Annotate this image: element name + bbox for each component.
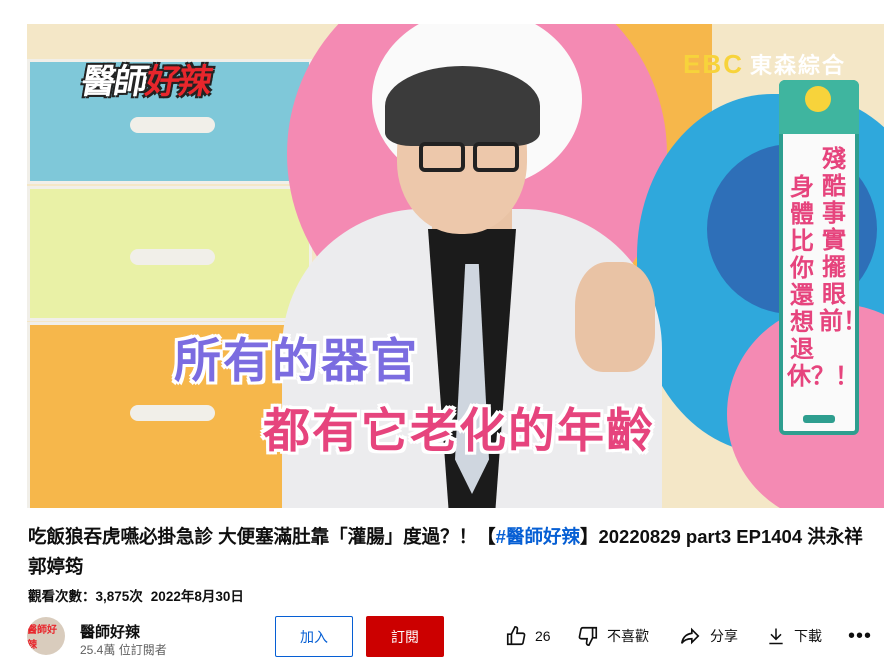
thumbs-down-icon (578, 626, 598, 646)
show-logo: 醫師好辣 (78, 62, 214, 102)
like-count: 26 (535, 628, 551, 644)
subtitle-line-1: 所有的器官 (174, 334, 419, 389)
topic-board: 殘酷事實擺眼前！ 身體比你還想退休？！ (779, 80, 867, 435)
channel-avatar[interactable]: 醫師好辣 (27, 617, 65, 655)
download-label: 下載 (794, 628, 822, 644)
lightbulb-icon (805, 86, 831, 112)
channel-name[interactable]: 醫師好辣 (80, 621, 140, 642)
network-logo: EBC 東森綜合 (683, 49, 846, 79)
download-button[interactable]: 下載 (766, 622, 822, 650)
share-button[interactable]: 分享 (678, 622, 738, 650)
presenter-hand (575, 262, 655, 372)
join-button[interactable]: 加入 (275, 616, 353, 657)
thumbs-up-icon (506, 626, 526, 646)
video-title: 吃飯狼吞虎嚥必掛急診 大便塞滿肚靠「灌腸」度過？！【#醫師好辣】20220829… (28, 526, 863, 577)
share-label: 分享 (710, 628, 738, 644)
upload-date: 2022年8月30日 (150, 589, 244, 604)
topic-board-line-1: 殘酷事實擺眼前！ (819, 145, 867, 335)
like-button[interactable]: 26 (505, 622, 551, 650)
dislike-label: 不喜歡 (607, 628, 649, 644)
video-stats: 觀看次數：3,875次 2022年8月30日 (28, 585, 252, 605)
hashtag-link[interactable]: #醫師好辣 (496, 526, 580, 547)
presenter-glasses (415, 142, 527, 174)
video-player[interactable]: 醫師好辣 EBC 東森綜合 所有的器官 都有它老化的年齡 殘酷事實擺眼前！ 身體比… (27, 24, 884, 508)
subtitle-line-2: 都有它老化的年齡 (263, 404, 655, 459)
dislike-button[interactable]: 不喜歡 (577, 622, 649, 650)
subscribe-button[interactable]: 訂閱 (366, 616, 444, 657)
subscriber-count: 25.4萬 位訂閱者 (80, 643, 167, 657)
download-icon (769, 628, 783, 645)
view-count: 觀看次數：3,875次 (28, 589, 143, 604)
share-icon (680, 627, 700, 645)
presenter-hair (385, 66, 540, 146)
more-icon: ••• (848, 624, 873, 647)
topic-board-line-2: 身體比你還想退休？！ (787, 173, 859, 390)
more-actions-button[interactable]: ••• (848, 622, 872, 650)
background-shelf (27, 186, 312, 321)
